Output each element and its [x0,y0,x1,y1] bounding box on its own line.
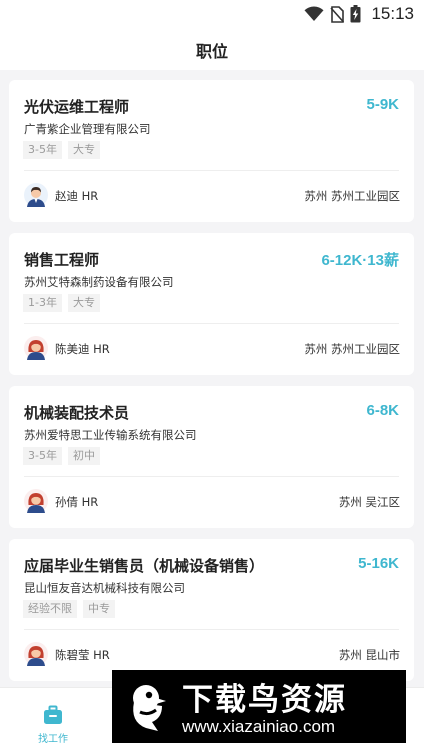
education-tag: 大专 [67,141,100,159]
job-title: 销售工程师 [24,251,100,269]
job-salary: 5-9K [366,96,399,113]
job-card[interactable]: 光伏运维工程师 5-9K 广青紫企业管理有限公司 3-5年 大专 赵迪 HR 苏… [9,80,414,222]
job-tags: 3-5年 初中 [23,447,100,465]
bird-logo-icon [133,685,166,731]
job-title: 应届毕业生销售员（机械设备销售） [24,557,265,575]
education-tag: 中专 [83,600,115,618]
job-card[interactable]: 销售工程师 6-12K·13薪 苏州艾特森制药设备有限公司 1-3年 大专 陈美… [9,233,414,375]
watermark-url: www.xiazainiao.com [182,717,336,736]
card-divider [24,170,399,171]
hr-female-avatar-icon [24,336,48,360]
job-location: 苏州 吴江区 [338,495,400,509]
status-icons: 15:13 [304,4,414,24]
no-sim-icon [330,5,345,23]
experience-tag: 3-5年 [23,447,62,465]
experience-tag: 3-5年 [23,141,62,159]
company-name: 苏州艾特森制药设备有限公司 [24,275,174,289]
card-divider [24,476,399,477]
hr-female-avatar-icon [24,642,48,666]
nav-bar: 职位 [0,30,424,70]
job-location: 苏州 苏州工业园区 [304,189,400,203]
experience-tag: 经验不限 [23,600,77,618]
battery-charging-icon [350,5,361,23]
tab-find-job[interactable]: 找工作 [11,688,95,753]
job-salary: 6-8K [366,402,399,419]
status-time: 15:13 [371,4,414,23]
watermark-banner: 下载鸟资源 www.xiazainiao.com [112,670,406,743]
hr-name: 孙倩 HR [55,495,99,509]
job-location: 苏州 苏州工业园区 [304,342,400,356]
job-tags: 3-5年 大专 [23,141,100,159]
experience-tag: 1-3年 [23,294,62,312]
wifi-icon [304,6,324,22]
hr-female-avatar-icon [24,489,48,513]
briefcase-icon [44,705,62,724]
watermark-title: 下载鸟资源 [182,682,347,718]
hr-male-avatar-icon [24,183,48,207]
tab-label: 找工作 [38,734,68,745]
job-title: 机械装配技术员 [24,404,130,422]
company-name: 广青紫企业管理有限公司 [24,122,151,136]
job-title: 光伏运维工程师 [24,98,130,116]
job-tags: 经验不限 中专 [23,600,115,618]
company-name: 苏州爱特思工业传输系统有限公司 [24,428,197,442]
card-divider [24,629,399,630]
job-location: 苏州 昆山市 [338,648,400,662]
hr-name: 赵迪 HR [55,189,99,203]
status-bar: 15:13 [0,0,424,30]
education-tag: 大专 [67,294,100,312]
company-name: 昆山恒友音达机械科技有限公司 [24,581,185,595]
job-salary: 5-16K [358,555,399,572]
hr-name: 陈美迪 HR [55,342,110,356]
job-list[interactable]: 光伏运维工程师 5-9K 广青紫企业管理有限公司 3-5年 大专 赵迪 HR 苏… [0,70,424,687]
card-divider [24,323,399,324]
job-card[interactable]: 机械装配技术员 6-8K 苏州爱特思工业传输系统有限公司 3-5年 初中 孙倩 … [9,386,414,528]
job-salary: 6-12K·13薪 [321,252,399,269]
job-card[interactable]: 应届毕业生销售员（机械设备销售） 5-16K 昆山恒友音达机械科技有限公司 经验… [9,539,414,681]
education-tag: 初中 [67,447,100,465]
hr-name: 陈碧莹 HR [55,648,110,662]
job-tags: 1-3年 大专 [23,294,100,312]
page-title: 职位 [195,42,228,61]
